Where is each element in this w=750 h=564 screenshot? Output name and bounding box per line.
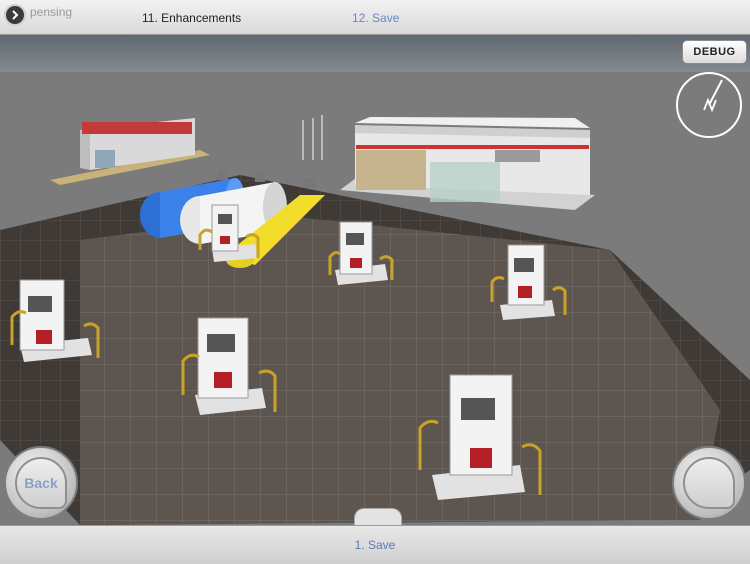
step-bar: pensing 11. Enhancements 12. Save xyxy=(0,0,750,35)
step-current: 11. Enhancements xyxy=(142,11,242,25)
back-button-label: Back xyxy=(15,457,67,509)
action-button-face xyxy=(683,457,735,509)
station-3d-viewport[interactable] xyxy=(0,35,750,525)
step-next[interactable]: 12. Save xyxy=(352,11,399,25)
debug-button[interactable]: DEBUG xyxy=(682,40,747,64)
back-button[interactable]: Back xyxy=(4,446,78,520)
bottom-step-link[interactable]: 1. Save xyxy=(0,538,750,552)
step-prev[interactable]: pensing xyxy=(30,5,72,19)
compass-icon[interactable] xyxy=(674,70,744,140)
menu-toggle-button[interactable] xyxy=(4,4,26,26)
bottom-bar: 1. Save xyxy=(0,525,750,564)
chevron-right-icon xyxy=(12,10,19,20)
action-button[interactable] xyxy=(672,446,746,520)
